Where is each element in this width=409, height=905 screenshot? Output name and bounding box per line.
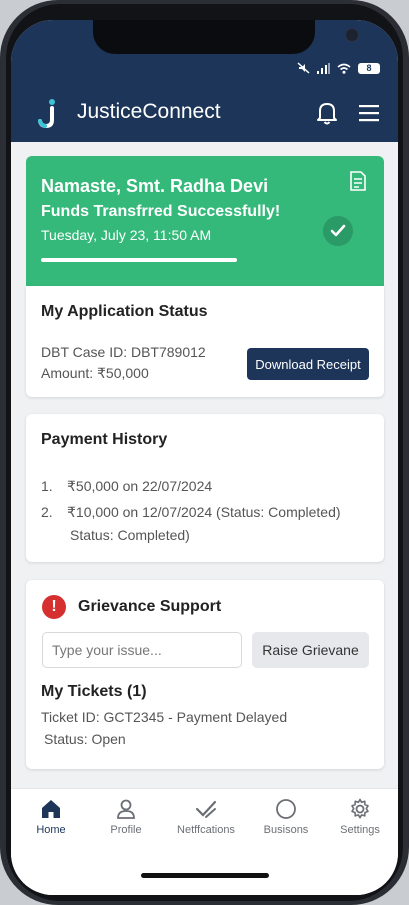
success-message: Funds Transfrred Successfully! (41, 203, 281, 220)
nav-label: Profile (110, 824, 142, 836)
nav-profile[interactable]: Profile (88, 797, 164, 839)
notch (93, 20, 359, 54)
app-header: JusticeConnect (11, 84, 398, 142)
tickets-title: My Tickets (1) (41, 683, 147, 700)
mute-icon (297, 62, 310, 74)
grievance-title: Grievance Support (78, 598, 222, 615)
person-icon (117, 799, 135, 819)
app-title: JusticeConnect (77, 100, 221, 123)
raise-grievance-button[interactable]: Raise Grievane (252, 632, 369, 668)
status-bar: 8 (11, 20, 398, 84)
camera-icon (345, 28, 359, 42)
list-item-number: 1. (41, 478, 53, 494)
success-banner: Namaste, Smt. Radha Devi Funds Transfrre… (26, 156, 384, 286)
nav-label: Busisons (263, 824, 309, 836)
gear-icon (351, 798, 369, 819)
payment-history-card: Payment History 1. ₹50,000 on 22/07/2024… (26, 414, 384, 562)
amount: Amount: ₹50,000 (41, 365, 149, 381)
greeting-text: Namaste, Smt. Radha Devi (41, 176, 269, 196)
nav-label: Netffcations (177, 824, 235, 836)
case-id: DBT Case ID: DBT789012 (41, 344, 206, 360)
transfer-datetime: Tuesday, July 23, 11:50 AM (41, 227, 212, 243)
application-status-card: My Application Status DBT Case ID: DBT78… (26, 286, 384, 397)
list-item-status: Status: Completed) (70, 527, 190, 543)
notification-icon (195, 800, 217, 818)
bottom-nav: Home Profile Netffcations Busisons Setti… (11, 788, 398, 895)
battery-icon: 8 (358, 62, 380, 74)
status-icons: 8 (297, 62, 380, 74)
list-item: ₹50,000 on 22/07/2024 (67, 478, 213, 494)
nav-home[interactable]: Home (13, 797, 89, 839)
alert-icon: ! (42, 595, 66, 619)
home-icon (42, 800, 60, 818)
payment-history-title: Payment History (41, 431, 168, 448)
nav-business[interactable]: Busisons (248, 797, 324, 839)
ticket-line: Ticket ID: GCT2345 - Payment Delayed (41, 709, 288, 725)
app-logo-icon (38, 99, 55, 128)
list-item: ₹10,000 on 12/07/2024 (Status: Completed… (67, 504, 341, 520)
nav-label: Home (36, 824, 66, 836)
document-icon[interactable] (348, 170, 368, 192)
menu-icon[interactable] (358, 102, 380, 124)
application-status-title: My Application Status (41, 303, 208, 320)
signal-icon (317, 62, 330, 74)
wifi-icon (337, 63, 351, 74)
bell-icon[interactable] (314, 100, 340, 126)
list-item-number: 2. (41, 504, 53, 520)
ticket-status: Status: Open (44, 731, 126, 747)
grievance-card: ! Grievance Support Raise Grievane My Ti… (26, 580, 384, 769)
nav-label: Settings (340, 824, 380, 836)
check-icon (323, 216, 353, 246)
home-indicator[interactable] (141, 873, 269, 878)
nav-settings[interactable]: Settings (322, 797, 398, 839)
circle-icon (276, 799, 296, 819)
download-receipt-button[interactable]: Download Receipt (247, 348, 369, 380)
progress-bar (41, 258, 237, 262)
phone-screen: 8 JusticeConnect Namaste, Smt. Radha Dev… (11, 20, 398, 895)
nav-notifications[interactable]: Netffcations (168, 797, 244, 839)
issue-input[interactable] (42, 632, 242, 668)
